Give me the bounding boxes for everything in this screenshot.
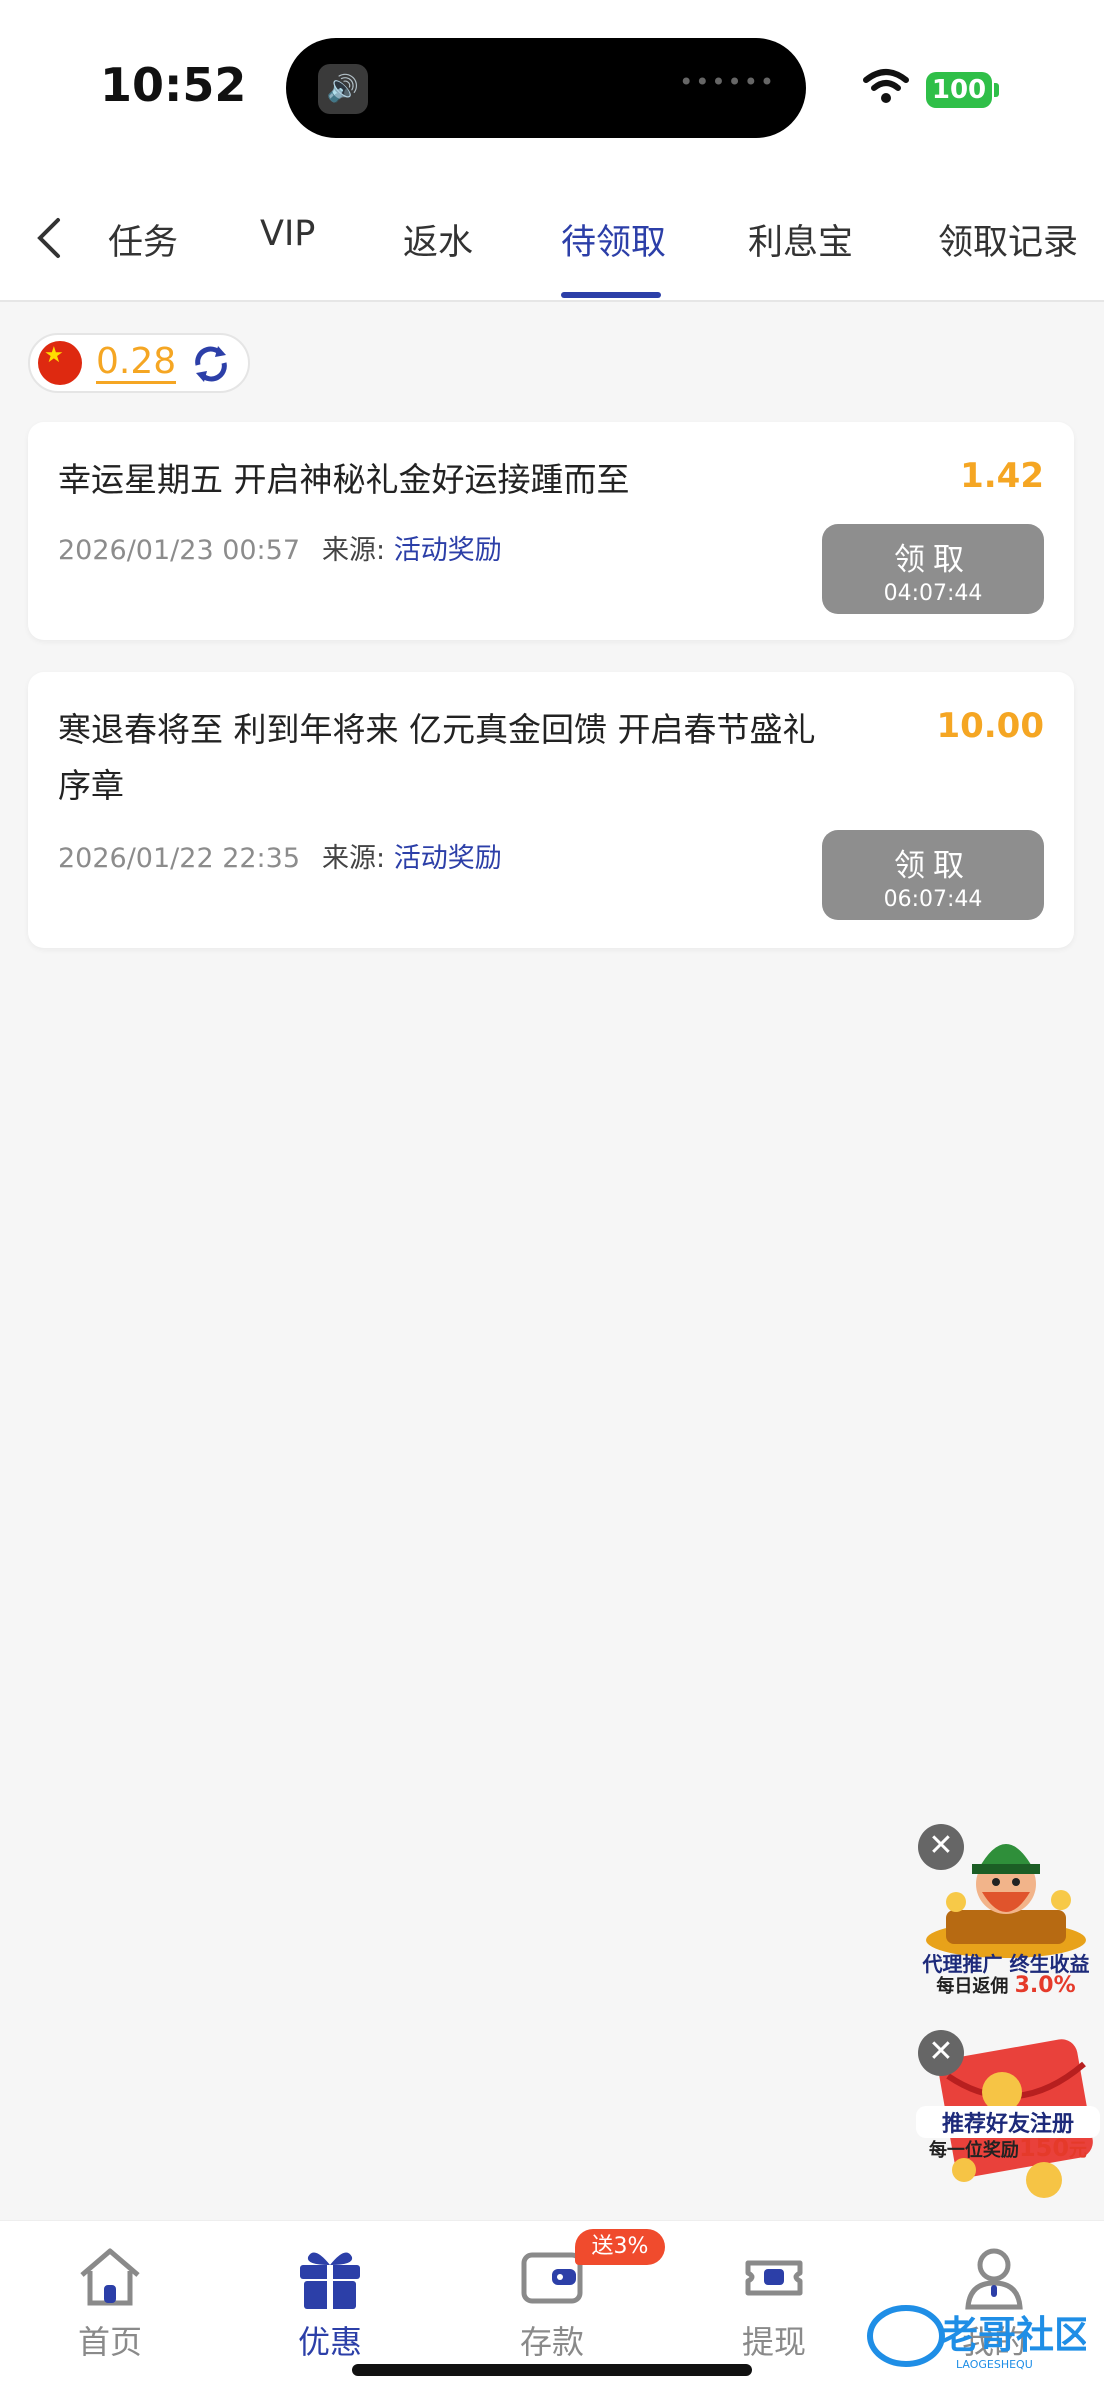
reward-meta: 2026/01/23 00:57 来源: 活动奖励 <box>58 528 502 567</box>
back-chevron-icon[interactable] <box>20 208 80 268</box>
tab-rebate[interactable]: 返水 <box>403 214 473 265</box>
referral-promo-line2: 每一位奖励150元 <box>916 2134 1100 2162</box>
reward-datetime: 2026/01/23 00:57 <box>58 535 301 566</box>
laoge-community-watermark-logo: 老哥社区 LAOGESHEQU <box>867 2305 1086 2371</box>
island-dots: •••••• <box>679 68 776 96</box>
agent-promo-line2: 每日返佣 3.0% <box>908 1972 1104 1998</box>
nav-promotions-label: 优惠 <box>297 2323 362 2361</box>
agent-promo-prefix: 每日返佣 <box>936 1976 1009 1997</box>
claim-button[interactable]: 领取 04:07:44 <box>822 524 1044 614</box>
reward-card: 寒退春将至 利到年将来 亿元真金回馈 开启春节盛礼序章 10.00 2026/0… <box>28 672 1074 948</box>
speaker-icon: 🔊 <box>318 64 368 114</box>
home-icon <box>80 2248 140 2306</box>
referral-promo-suffix: 元 <box>1069 2140 1088 2161</box>
status-bar: 10:52 🔊 •••••• 100 <box>0 0 1104 180</box>
close-icon[interactable]: ✕ <box>918 2030 964 2076</box>
deposit-bonus-badge: 送3% <box>575 2229 665 2265</box>
refresh-icon[interactable] <box>190 343 232 385</box>
nav-home-label: 首页 <box>77 2323 142 2361</box>
reward-source-value: 活动奖励 <box>393 535 502 566</box>
tab-pending[interactable]: 待领取 <box>561 214 666 265</box>
reward-meta: 2026/01/22 22:35 来源: 活动奖励 <box>58 836 502 875</box>
claim-countdown: 04:07:44 <box>883 581 983 606</box>
reward-source-label: 来源: <box>322 535 386 566</box>
tab-vip[interactable]: VIP <box>260 214 315 254</box>
tab-tasks[interactable]: 任务 <box>88 214 178 265</box>
gift-icon <box>300 2252 360 2309</box>
china-flag-icon: ★ <box>38 341 82 385</box>
tab-interest[interactable]: 利息宝 <box>748 214 853 265</box>
battery-tip <box>994 83 999 97</box>
nav-withdraw-label: 提现 <box>741 2323 806 2361</box>
agent-promo-rate: 3.0% <box>1014 1973 1076 1998</box>
balance-pill: ★ 0.28 <box>28 333 250 393</box>
referral-promo-prefix: 每一位奖励 <box>928 2140 1019 2161</box>
reward-datetime: 2026/01/22 22:35 <box>58 843 301 874</box>
balance-value: 0.28 <box>96 341 177 384</box>
reward-title: 寒退春将至 利到年将来 亿元真金回馈 开启春节盛礼序章 <box>58 710 816 805</box>
claim-countdown: 06:07:44 <box>883 887 983 912</box>
home-indicator <box>352 2364 752 2376</box>
referral-promo-amount: 150 <box>1018 2134 1070 2162</box>
status-time: 10:52 <box>100 58 247 112</box>
nav-withdraw[interactable]: 提现 <box>694 2241 854 2363</box>
reward-source-label: 来源: <box>322 843 386 874</box>
battery-indicator: 100 <box>926 72 992 108</box>
claim-button[interactable]: 领取 06:07:44 <box>822 830 1044 920</box>
tab-claim-history[interactable]: 领取记录 <box>938 214 1078 265</box>
withdraw-icon <box>745 2260 803 2296</box>
reward-card: 幸运星期五 开启神秘礼金好运接踵而至 1.42 2026/01/23 00:57… <box>28 422 1074 640</box>
close-icon[interactable]: ✕ <box>918 1824 964 1870</box>
active-tab-indicator <box>561 292 661 298</box>
dynamic-island: 🔊 •••••• <box>286 38 806 138</box>
claim-button-label: 领取 <box>894 542 972 578</box>
tab-tasks-label: 任务 <box>107 223 178 263</box>
wifi-icon <box>863 69 909 103</box>
reward-amount: 1.42 <box>960 456 1044 496</box>
svg-text:LAOGESHEQU: LAOGESHEQU <box>956 2358 1033 2371</box>
reward-amount: 10.00 <box>936 706 1044 746</box>
nav-deposit-label: 存款 <box>519 2323 584 2361</box>
svg-text:老哥社区: 老哥社区 <box>940 2313 1086 2357</box>
category-tabs: 任务 VIP 返水 待领取 利息宝 领取记录 <box>0 180 1104 302</box>
nav-home[interactable]: 首页 <box>30 2241 190 2363</box>
reward-title: 幸运星期五 开启神秘礼金好运接踵而至 <box>58 460 630 499</box>
claim-button-label: 领取 <box>894 848 972 884</box>
nav-promotions[interactable]: 优惠 <box>250 2241 410 2363</box>
reward-source-value: 活动奖励 <box>393 843 502 874</box>
